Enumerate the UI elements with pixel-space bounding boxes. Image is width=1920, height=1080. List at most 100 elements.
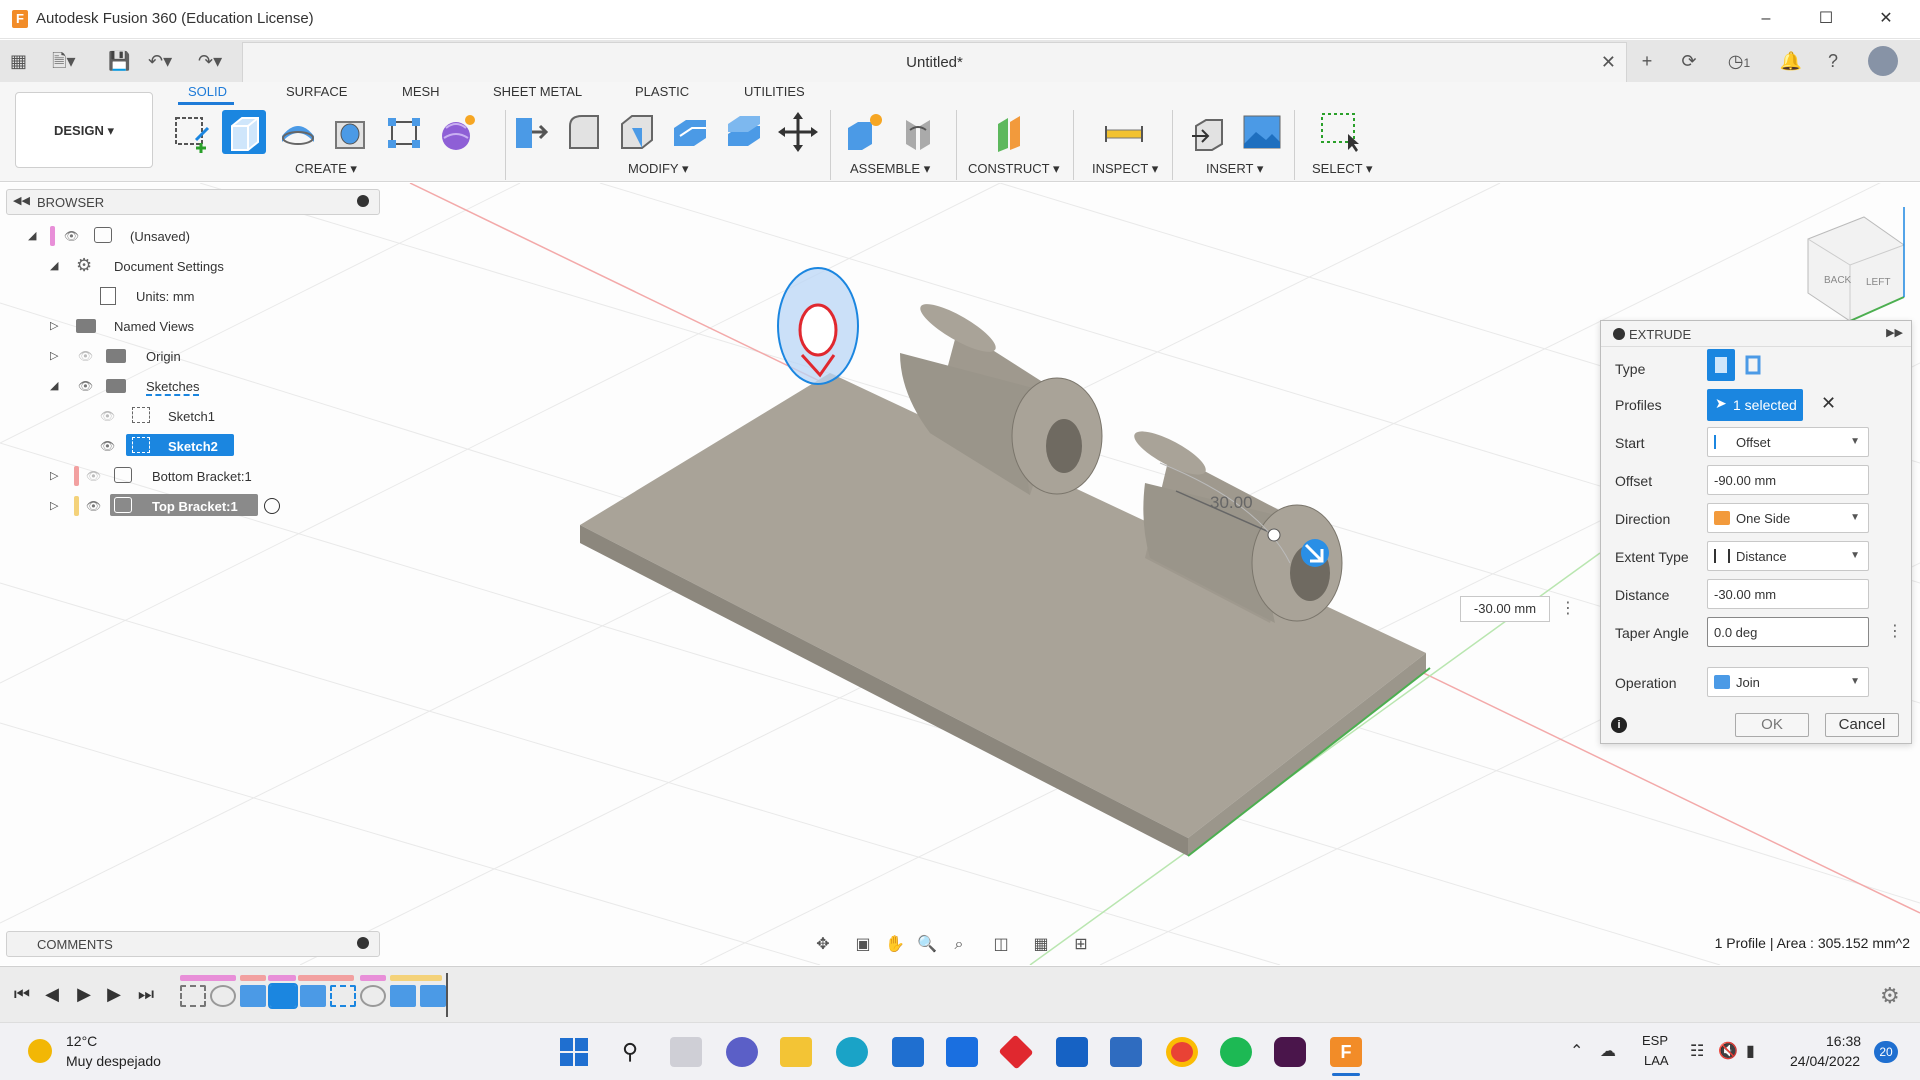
timeline-extrude-feature[interactable]: [390, 985, 416, 1007]
tree-row-named-views[interactable]: ▷ Named Views: [0, 314, 380, 338]
expand-triangle-icon[interactable]: ◢: [50, 259, 64, 273]
chamfer-icon[interactable]: [614, 110, 658, 154]
profiles-selection-button[interactable]: ➤ 1 selected: [1707, 389, 1803, 421]
save-icon[interactable]: 💾: [108, 48, 130, 74]
edge-browser-icon[interactable]: [836, 1037, 868, 1067]
timeline-sketch-feature[interactable]: [268, 983, 298, 1009]
construct-group-label[interactable]: CONSTRUCT ▾: [968, 161, 1060, 177]
battery-icon[interactable]: ▮: [1746, 1041, 1755, 1061]
timeline-extrude-feature[interactable]: [420, 985, 446, 1007]
expand-triangle-icon[interactable]: ▷: [50, 319, 64, 333]
timeline-previous-icon[interactable]: ◀: [40, 981, 64, 1007]
tab-sheet-metal[interactable]: SHEET METAL: [493, 84, 582, 99]
tree-row-sketch2[interactable]: 👁 Sketch2: [0, 434, 380, 458]
taper-more-icon[interactable]: ⋮: [1887, 621, 1903, 641]
form-icon[interactable]: [436, 110, 480, 154]
insert-derive-icon[interactable]: [1186, 110, 1230, 154]
task-view-icon[interactable]: [670, 1037, 702, 1067]
help-icon[interactable]: ?: [1818, 46, 1848, 76]
joint-icon[interactable]: [896, 110, 940, 154]
weather-moon-icon[interactable]: [28, 1039, 52, 1063]
info-icon[interactable]: i: [1611, 717, 1627, 733]
measure-icon[interactable]: [1102, 110, 1146, 154]
start-button-icon[interactable]: [558, 1037, 590, 1067]
select-group-label[interactable]: SELECT ▾: [1312, 161, 1372, 177]
new-component-icon[interactable]: [842, 110, 886, 154]
tab-surface[interactable]: SURFACE: [286, 84, 347, 99]
taper-angle-input[interactable]: 0.0 deg: [1707, 617, 1869, 647]
distance-input[interactable]: -30.00 mm: [1707, 579, 1869, 609]
visibility-hidden-icon[interactable]: 👁: [86, 470, 104, 482]
offset-plane-icon[interactable]: [990, 110, 1034, 154]
input-language[interactable]: ESP: [1642, 1033, 1668, 1048]
extensions-icon[interactable]: ⟳: [1674, 46, 1704, 76]
look-at-icon[interactable]: ▣: [852, 934, 874, 956]
hole-icon[interactable]: [328, 110, 372, 154]
tab-mesh[interactable]: MESH: [402, 84, 440, 99]
modify-group-label[interactable]: MODIFY ▾: [628, 161, 688, 177]
timeline-play-icon[interactable]: ▶: [72, 981, 96, 1007]
outlook-icon[interactable]: [1056, 1037, 1088, 1067]
visibility-eye-icon[interactable]: 👁: [86, 500, 104, 512]
clock-time[interactable]: 16:38: [1826, 1033, 1861, 1049]
workspace-switcher[interactable]: DESIGN ▾: [15, 92, 153, 168]
expand-triangle-icon[interactable]: ▷: [50, 349, 64, 363]
viewports-icon[interactable]: ⊞: [1070, 934, 1092, 956]
timeline-marker[interactable]: [446, 973, 448, 1017]
expand-triangle-icon[interactable]: ◢: [50, 379, 64, 393]
thin-type-icon[interactable]: [1739, 349, 1767, 381]
operation-dropdown[interactable]: Join ▼: [1707, 667, 1869, 697]
tab-plastic[interactable]: PLASTIC: [635, 84, 689, 99]
tree-row-sketches[interactable]: ◢ 👁 Sketches: [0, 374, 380, 398]
assemble-group-label[interactable]: ASSEMBLE ▾: [850, 161, 930, 177]
collapse-browser-icon[interactable]: ◀◀: [13, 194, 30, 207]
extrude-icon[interactable]: [222, 110, 266, 154]
onedrive-cloud-icon[interactable]: ☁: [1600, 1041, 1616, 1061]
clear-selection-icon[interactable]: ✕: [1821, 393, 1836, 414]
insert-canvas-icon[interactable]: [1240, 110, 1284, 154]
tab-solid[interactable]: SOLID: [188, 84, 227, 99]
insert-group-label[interactable]: INSERT ▾: [1206, 161, 1263, 177]
search-icon[interactable]: ⚲: [614, 1037, 646, 1067]
expand-triangle-icon[interactable]: ◢: [28, 229, 42, 243]
fillet-icon[interactable]: [562, 110, 606, 154]
browser-pin-icon[interactable]: [357, 195, 369, 207]
visibility-eye-icon[interactable]: 👁: [64, 230, 82, 242]
visibility-eye-icon[interactable]: 👁: [100, 440, 118, 452]
extrude-header[interactable]: EXTRUDE ▶▶: [1601, 321, 1911, 347]
create-group-label[interactable]: CREATE ▾: [295, 161, 357, 177]
activate-radio-icon[interactable]: [264, 498, 280, 514]
inspect-group-label[interactable]: INSPECT ▾: [1092, 161, 1158, 177]
tree-row-units[interactable]: Units: mm: [0, 284, 380, 308]
maximize-button[interactable]: ☐: [1808, 6, 1844, 32]
spotify-icon[interactable]: [1220, 1037, 1252, 1067]
keyboard-layout[interactable]: LAA: [1644, 1053, 1669, 1068]
weather-description[interactable]: Muy despejado: [66, 1053, 161, 1069]
pattern-icon[interactable]: [382, 110, 426, 154]
tree-row-root[interactable]: ◢ 👁 (Unsaved): [0, 224, 380, 248]
clock-date[interactable]: 24/04/2022: [1790, 1053, 1860, 1069]
new-tab-plus-icon[interactable]: +: [1632, 46, 1662, 76]
solid-type-icon[interactable]: [1707, 349, 1735, 381]
browser-panel-header[interactable]: ◀◀ BROWSER: [6, 189, 380, 215]
ok-button[interactable]: OK: [1735, 713, 1809, 737]
expand-dialog-icon[interactable]: ▶▶: [1886, 326, 1903, 339]
notifications-bell-icon[interactable]: 🔔: [1776, 46, 1806, 76]
timeline-start-icon[interactable]: ⏮: [10, 981, 34, 1007]
redo-icon[interactable]: ↷▾: [198, 48, 222, 74]
tree-row-bottom-bracket[interactable]: ▷ 👁 Bottom Bracket:1: [0, 464, 380, 488]
timeline-extrude-feature[interactable]: [240, 985, 266, 1007]
tray-chevron-icon[interactable]: ⌃: [1570, 1041, 1583, 1061]
zoom-icon[interactable]: 🔍: [916, 934, 938, 956]
fit-icon[interactable]: ⌕: [948, 934, 970, 956]
grid-settings-icon[interactable]: ▦: [1030, 934, 1052, 956]
slack-icon[interactable]: [1274, 1037, 1306, 1067]
wifi-icon[interactable]: ☷: [1690, 1041, 1704, 1061]
orbit-icon[interactable]: ✥: [812, 934, 834, 956]
timeline-sketch-feature[interactable]: [330, 985, 356, 1007]
tree-row-sketch1[interactable]: 👁 Sketch1: [0, 404, 380, 428]
combine-icon[interactable]: [722, 110, 766, 154]
chrome-icon[interactable]: [1166, 1037, 1198, 1067]
mail-icon[interactable]: [892, 1037, 924, 1067]
timeline-end-icon[interactable]: ⏭: [134, 981, 158, 1007]
